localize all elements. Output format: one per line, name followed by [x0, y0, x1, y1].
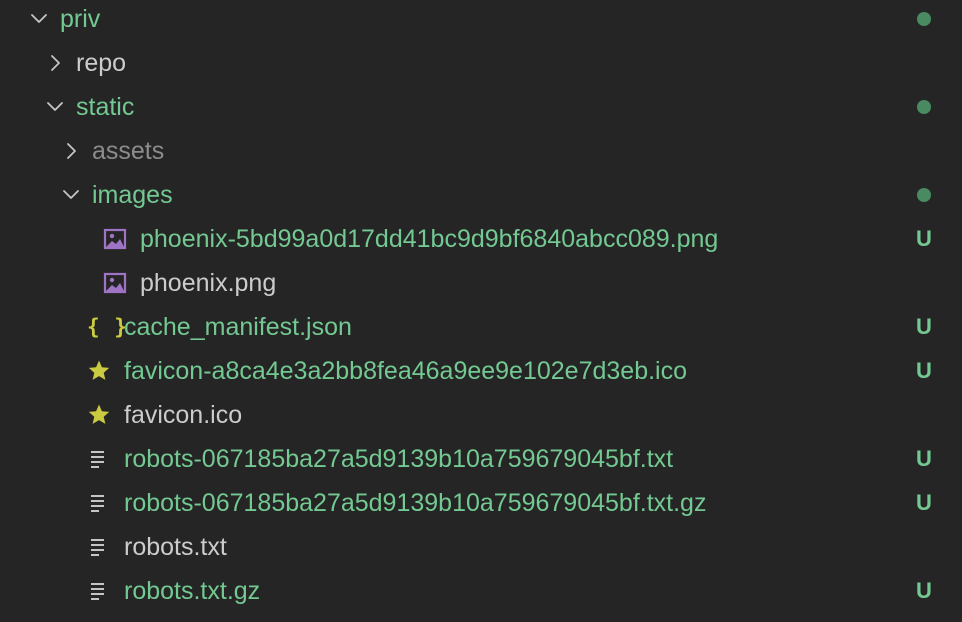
- file-item-robots-txt[interactable]: robots.txt: [0, 525, 962, 569]
- chevron-right-icon[interactable]: [60, 140, 82, 162]
- file-item-favicon-ico[interactable]: favicon.ico: [0, 393, 962, 437]
- file-name: robots-067185ba27a5d9139b10a759679045bf.…: [124, 489, 707, 517]
- folder-name: static: [76, 93, 135, 121]
- folder-item-static[interactable]: static: [0, 85, 962, 129]
- file-name: robots-067185ba27a5d9139b10a759679045bf.…: [124, 445, 674, 473]
- file-name: favicon-a8ca4e3a2bb8fea46a9ee9e102e7d3eb…: [124, 357, 688, 385]
- chevron-right-icon[interactable]: [44, 52, 66, 74]
- star-favicon-icon: [86, 404, 112, 426]
- file-name: favicon.ico: [124, 401, 243, 429]
- text-file-icon: [86, 492, 112, 514]
- folder-name: repo: [76, 49, 127, 77]
- file-name: phoenix-5bd99a0d17dd41bc9d9bf6840abcc089…: [140, 225, 719, 253]
- file-name: phoenix.png: [140, 269, 277, 297]
- folder-name: assets: [92, 137, 165, 165]
- folder-item-assets[interactable]: assets: [0, 129, 962, 173]
- git-status-untracked-badge: U: [916, 446, 932, 471]
- text-file-icon: [86, 448, 112, 470]
- git-status-untracked-badge: U: [916, 226, 932, 251]
- git-status-untracked-badge: U: [916, 314, 932, 339]
- folder-item-priv[interactable]: priv: [0, 0, 962, 41]
- file-name: robots.txt.gz: [124, 577, 261, 605]
- file-item-phoenix-5bd99a0d17dd41bc9d9bf6840abcc089-png[interactable]: phoenix-5bd99a0d17dd41bc9d9bf6840abcc089…: [0, 217, 962, 261]
- text-file-icon: [86, 580, 112, 602]
- git-status-dot-icon: [917, 100, 931, 114]
- file-item-robots-067185ba27a5d9139b10a759679045bf-txt[interactable]: robots-067185ba27a5d9139b10a759679045bf.…: [0, 437, 962, 481]
- folder-name: images: [92, 181, 173, 209]
- file-item-phoenix-png[interactable]: phoenix.png: [0, 261, 962, 305]
- git-status-untracked-badge: U: [916, 358, 932, 383]
- git-status-dot-icon: [917, 12, 931, 26]
- chevron-down-icon[interactable]: [60, 184, 82, 206]
- file-item-cache-manifest-json[interactable]: { } cache_manifest.json U: [0, 305, 962, 349]
- image-file-icon: [102, 272, 128, 294]
- image-file-icon: [102, 228, 128, 250]
- folder-item-repo[interactable]: repo: [0, 41, 962, 85]
- file-name: cache_manifest.json: [124, 313, 352, 341]
- file-explorer-tree: priv repo static assets images phoenix-5bd99a…: [0, 0, 962, 622]
- file-item-favicon-a8ca4e3a2bb8fea46a9ee9e102e7d3eb-ico[interactable]: favicon-a8ca4e3a2bb8fea46a9ee9e102e7d3eb…: [0, 349, 962, 393]
- folder-item-images[interactable]: images: [0, 173, 962, 217]
- git-status-untracked-badge: U: [916, 490, 932, 515]
- json-braces-icon: { }: [87, 315, 128, 339]
- text-file-icon: [86, 536, 112, 558]
- star-favicon-icon: [86, 360, 112, 382]
- git-status-dot-icon: [917, 188, 931, 202]
- chevron-down-icon[interactable]: [44, 96, 66, 118]
- chevron-down-icon[interactable]: [28, 8, 50, 30]
- git-status-untracked-badge: U: [916, 578, 932, 603]
- file-name: robots.txt: [124, 533, 227, 561]
- file-item-robots-txt-gz[interactable]: robots.txt.gz U: [0, 569, 962, 613]
- file-item-robots-067185ba27a5d9139b10a759679045bf-txt-gz[interactable]: robots-067185ba27a5d9139b10a759679045bf.…: [0, 481, 962, 525]
- folder-name: priv: [60, 5, 101, 33]
